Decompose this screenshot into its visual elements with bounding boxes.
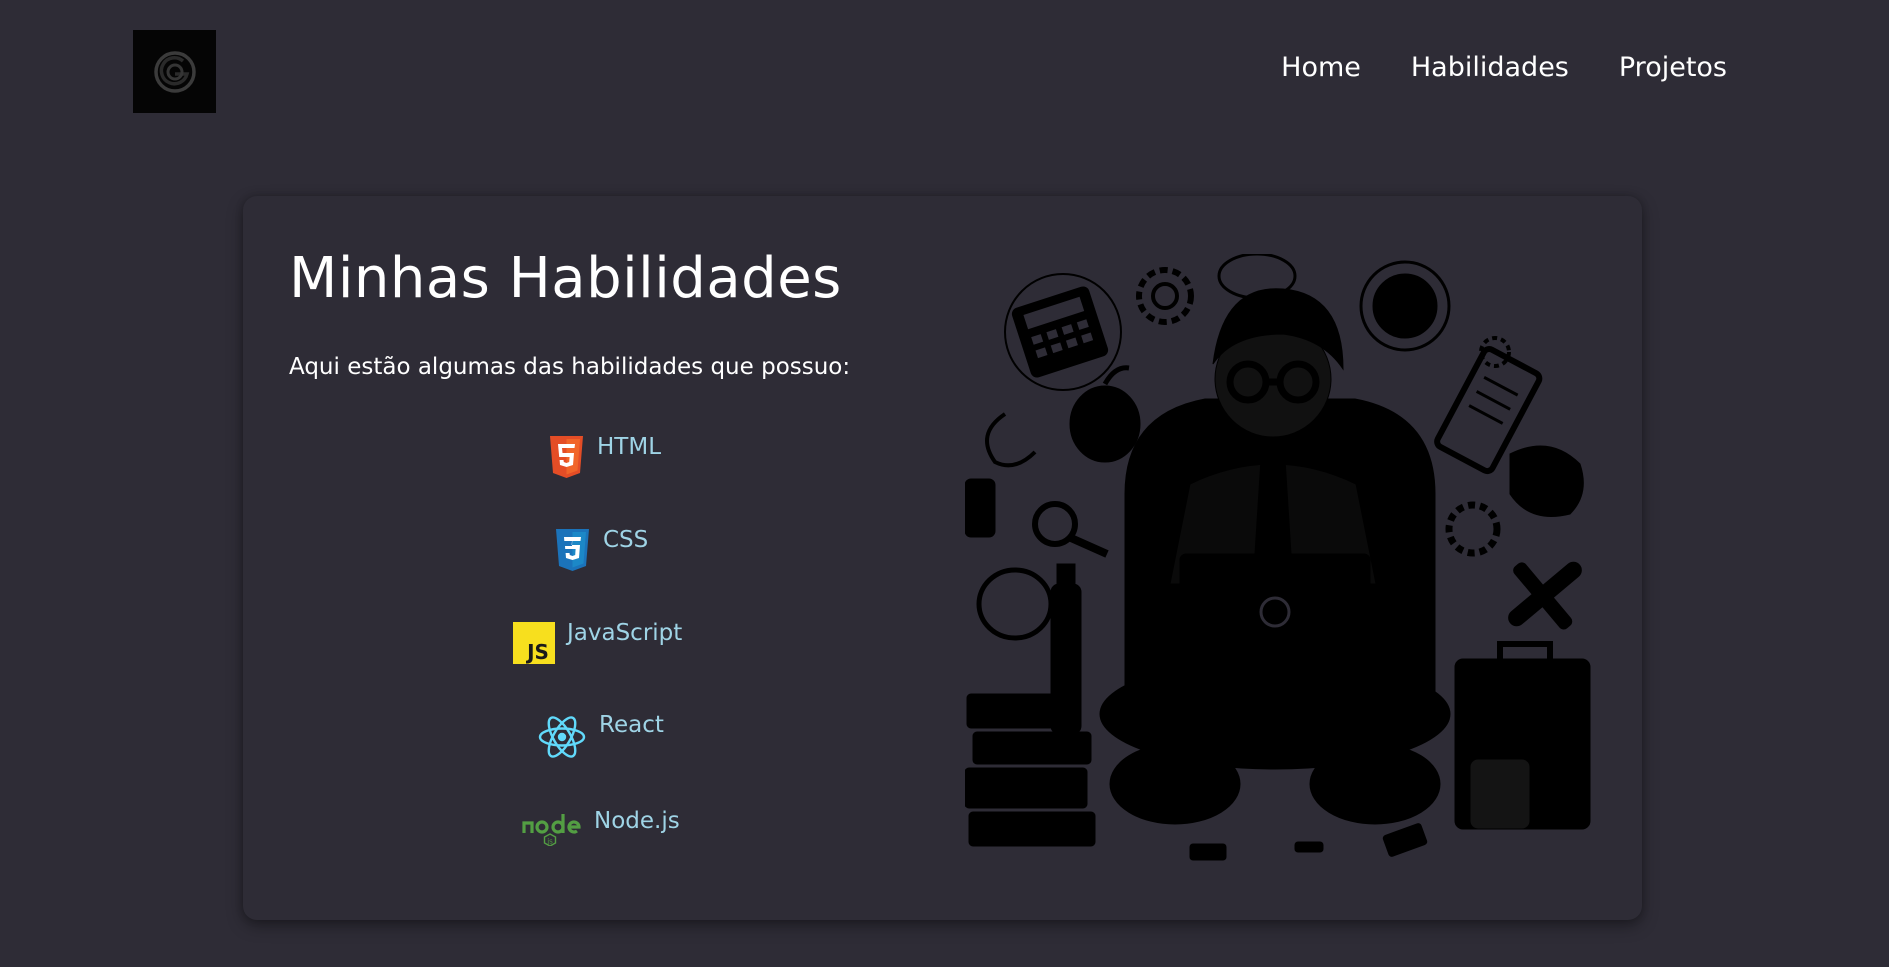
skills-card: Minhas Habilidades Aqui estão algumas da…: [243, 196, 1642, 920]
svg-text:JS: JS: [525, 640, 549, 664]
skill-label-react: React: [599, 712, 664, 738]
skill-item-nodejs: js Node.js: [522, 808, 680, 846]
developer-illustration: [965, 254, 1591, 861]
nodejs-icon: js: [522, 814, 581, 846]
skills-subtitle: Aqui estão algumas das habilidades que p…: [289, 354, 851, 380]
skill-item-javascript: JS JavaScript: [513, 620, 683, 664]
skill-label-nodejs: Node.js: [594, 808, 680, 834]
skill-item-react: React: [537, 712, 664, 760]
calculator-icon: [1011, 286, 1109, 378]
logo-icon: [153, 50, 196, 93]
nav-projetos[interactable]: Projetos: [1619, 52, 1727, 83]
logo[interactable]: [133, 30, 216, 113]
skill-item-css: CSS: [554, 527, 649, 571]
html5-icon: [550, 436, 583, 478]
skill-label-html: HTML: [597, 434, 662, 460]
svg-text:js: js: [546, 838, 553, 846]
nav-home[interactable]: Home: [1281, 52, 1361, 83]
skill-label-javascript: JavaScript: [567, 620, 683, 646]
css3-icon: [556, 529, 589, 571]
main-nav: Home Habilidades Projetos: [1281, 52, 1727, 83]
skill-item-html: HTML: [548, 434, 662, 478]
nav-habilidades[interactable]: Habilidades: [1411, 52, 1569, 83]
page-title: Minhas Habilidades: [289, 246, 842, 311]
javascript-icon: JS: [513, 622, 555, 664]
react-icon: [538, 716, 586, 758]
skill-label-css: CSS: [603, 527, 649, 553]
